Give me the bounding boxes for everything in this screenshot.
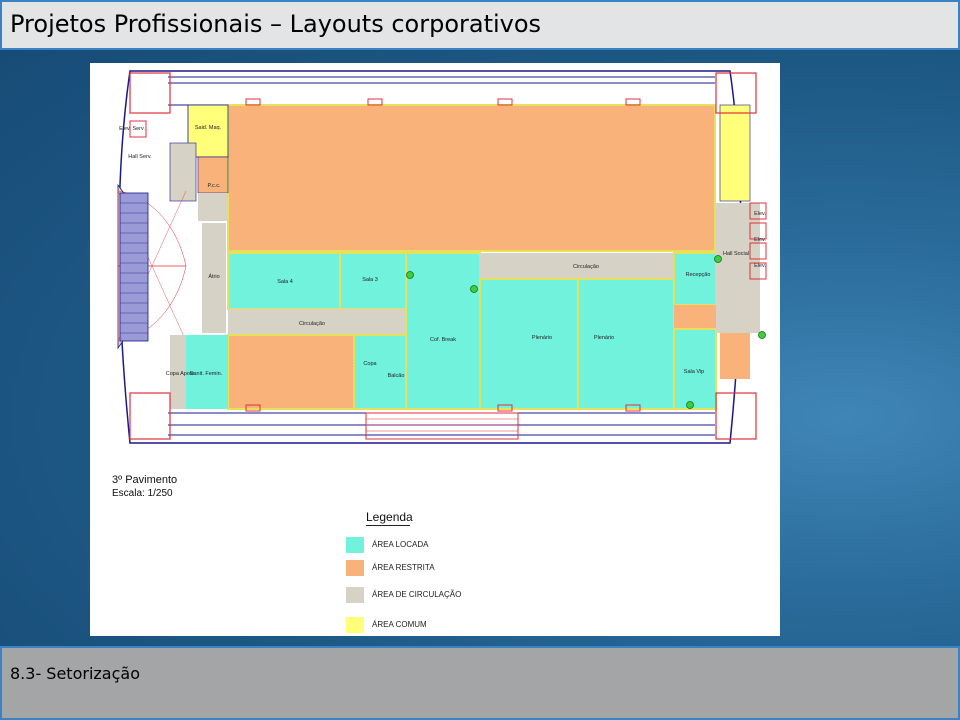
legend-title: Legenda [366,510,413,524]
section-label: 8.3- Setorização [10,664,140,683]
legend-swatch-locada [346,537,364,553]
room-said-maq: Said. Maq. [195,125,222,131]
room-copa: Copa [363,361,377,367]
room-circulacao-right: Circulação [573,264,599,270]
room-elev-3: Elev. [754,263,766,269]
room-circulacao-left: Circulação [299,321,325,327]
floor-plan-image: Elev. Serv. Hall Serv. Said. Maq. P.c.c.… [90,63,780,636]
room-elev-serv: Elev. Serv. [119,126,145,132]
room-sala3: Sala 3 [362,277,378,283]
legend-title-underline [366,525,410,526]
slide-title: Projetos Profissionais – Layouts corpora… [10,10,542,38]
room-hall-serv: Hall Serv. [128,154,152,160]
legend-label-locada: ÁREA LOCADA [372,540,429,549]
scale-label: Escala: 1/250 [112,488,173,499]
room-cof-break: Cof. Break [430,337,456,343]
room-elev-2: Elev. [754,237,766,243]
legend-label-comum: ÁREA COMUM [372,620,427,629]
room-hall-social: Hall Social [723,251,749,257]
floor-label: 3º Pavimento [112,474,178,486]
room-plenario-2: Plenário [594,335,614,341]
room-plenario-1: Plenário [532,335,552,341]
room-sala4: Sala 4 [277,279,293,285]
room-recepcao: Recepção [686,272,711,278]
room-elev-1: Elev. [754,211,766,217]
footer-bar: 8.3- Setorização [0,646,960,720]
legend-swatch-comum [346,617,364,633]
room-pcc: P.c.c. [207,183,221,189]
floor-plan-drawing: Elev. Serv. Hall Serv. Said. Maq. P.c.c.… [117,70,767,444]
room-sanit-femin: Sanit. Femin. [190,371,223,377]
room-atrio: Átrio [208,273,219,280]
legend-swatch-restrita [346,560,364,576]
title-bar: Projetos Profissionais – Layouts corpora… [0,0,960,50]
legend-label-circulacao: ÁREA DE CIRCULAÇÃO [372,590,462,599]
room-balcao: Balcão [388,373,405,379]
legend-label-restrita: ÁREA RESTRITA [372,563,435,572]
legend-swatch-circulacao [346,587,364,603]
room-sala-vip: Sala Vip [684,369,704,375]
